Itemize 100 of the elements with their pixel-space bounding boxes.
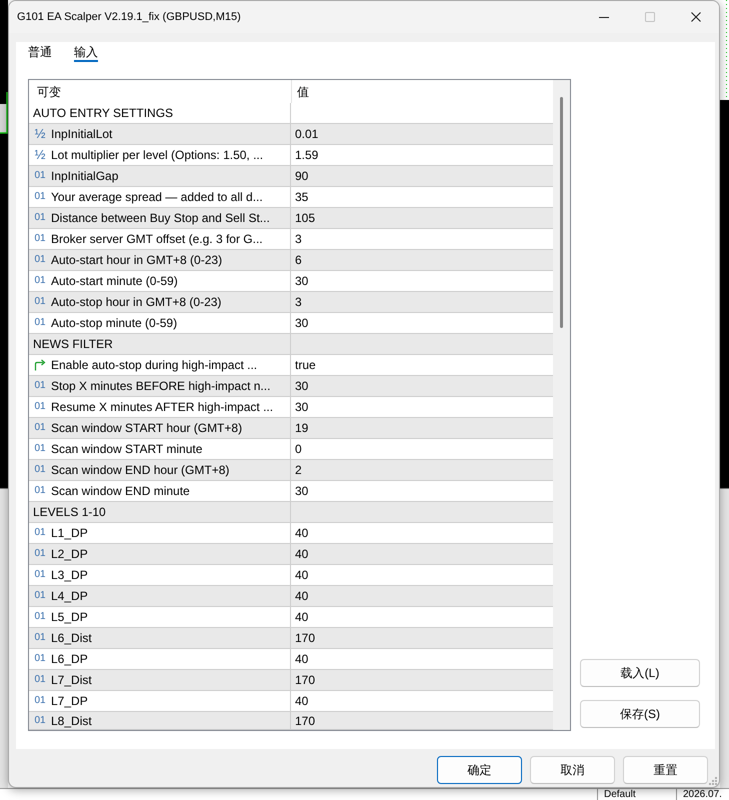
resize-grip-icon[interactable]	[709, 777, 717, 785]
type-icon: 01	[34, 610, 46, 624]
parameter-name: L6_DP	[51, 652, 88, 666]
table-row[interactable]: 01 InpInitialGap 90	[29, 166, 553, 187]
table-row[interactable]: 01 Distance between Buy Stop and Sell St... 105	[29, 208, 553, 229]
type-icon: 01	[34, 253, 46, 267]
table-cell: 2026.07.	[683, 789, 722, 800]
table-row[interactable]: 01 L7_DP 40	[29, 691, 553, 712]
parameter-value: 105	[295, 211, 316, 225]
parameter-value: 90	[295, 169, 308, 183]
column-header[interactable]: 值	[297, 84, 309, 100]
table-row[interactable]: 01 L8_Dist 170	[29, 712, 553, 730]
parameter-name: L5_DP	[51, 610, 88, 624]
table-cell: Default	[604, 789, 636, 800]
type-icon: 01	[34, 232, 46, 246]
parameter-name: Distance between Buy Stop and Sell St...	[51, 211, 270, 225]
table-row[interactable]: 01 L6_DP 40	[29, 649, 553, 670]
type-icon: 01	[34, 421, 46, 435]
parameter-value: true	[295, 358, 316, 372]
parameter-value: 0.01	[295, 127, 318, 141]
table-row[interactable]: 01 L3_DP 40	[29, 565, 553, 586]
type-icon: 01	[34, 211, 46, 225]
tab[interactable]: 输入	[74, 44, 98, 62]
table-row[interactable]: 01 Auto-start minute (0-59) 30	[29, 271, 553, 292]
window-title: G101 EA Scalper V2.19.1_fix (GBPUSD,M15)	[16, 11, 242, 23]
parameter-name: InpInitialLot	[51, 127, 112, 141]
type-icon: 01	[34, 526, 46, 540]
table-row[interactable]: 01 L6_Dist 170	[29, 628, 553, 649]
parameter-name: Stop X minutes BEFORE high-impact n...	[51, 379, 270, 393]
scrollbar-thumb[interactable]	[560, 97, 563, 328]
table-row[interactable]: 01 Scan window START hour (GMT+8) 19	[29, 418, 553, 439]
parameter-value: 3	[295, 295, 302, 309]
type-icon: 01	[34, 673, 46, 687]
tab[interactable]: 普通	[28, 44, 52, 62]
type-icon: 01	[34, 694, 46, 708]
table-row[interactable]: 01 Stop X minutes BEFORE high-impact n... 30	[29, 376, 553, 397]
table-row[interactable]: ½ Lot multiplier per level (Options: 1.50, ... 1.59	[29, 145, 553, 166]
table-row[interactable]: AUTO ENTRY SETTINGS	[29, 103, 553, 124]
table-row[interactable]: 01 L4_DP 40	[29, 586, 553, 607]
parameter-name: Auto-start minute (0-59)	[51, 274, 178, 288]
ok-button[interactable]: 确定	[437, 756, 522, 784]
type-icon: 01	[34, 547, 46, 561]
parameter-value: 170	[295, 714, 316, 728]
parameter-name: Auto-stop hour in GMT+8 (0-23)	[51, 295, 222, 309]
save-button[interactable]: 保存(S)	[580, 700, 700, 728]
parameter-value: 40	[295, 694, 308, 708]
table-row[interactable]: 01 Broker server GMT offset (e.g. 3 for G... 3	[29, 229, 553, 250]
chart-marker-drawing	[0, 92, 8, 134]
parameter-name: Broker server GMT offset (e.g. 3 for G...	[51, 232, 263, 246]
table-row[interactable]: 01 Scan window END hour (GMT+8) 2	[29, 460, 553, 481]
parameter-value: 3	[295, 232, 302, 246]
type-icon: 01	[34, 463, 46, 477]
parameter-name: L7_DP	[51, 694, 88, 708]
type-icon: 01	[34, 631, 46, 645]
table-row[interactable]: 01 L2_DP 40	[29, 544, 553, 565]
cancel-button[interactable]: 取消	[530, 756, 615, 784]
table-row[interactable]: 01 Auto-start hour in GMT+8 (0-23) 6	[29, 250, 553, 271]
parameter-value: 1.59	[295, 148, 318, 162]
minimize-icon	[599, 16, 609, 18]
table-row[interactable]: Enable auto-stop during high-impact ... true	[29, 355, 553, 376]
arrow-icon	[34, 359, 46, 371]
table-row[interactable]: 01 L1_DP 40	[29, 523, 553, 544]
parameter-name: Lot multiplier per level (Options: 1.50, ...	[51, 148, 264, 162]
parameter-name: L6_Dist	[51, 631, 92, 645]
table-row[interactable]: NEWS FILTER	[29, 334, 553, 355]
load-button[interactable]: 载入(L)	[580, 659, 700, 687]
type-icon: 01	[34, 379, 46, 393]
table-row[interactable]: 01 Auto-stop minute (0-59) 30	[29, 313, 553, 334]
parameter-name: Scan window START hour (GMT+8)	[51, 421, 242, 435]
parameter-name: L2_DP	[51, 547, 88, 561]
parameter-value: 30	[295, 400, 308, 414]
type-icon: 01	[34, 714, 46, 728]
type-icon: 01	[34, 484, 46, 498]
reset-button[interactable]: 重置	[623, 756, 708, 784]
parameter-value: 40	[295, 652, 308, 666]
parameter-name: Scan window START minute	[51, 442, 202, 456]
table-row[interactable]: 01 Scan window END minute 30	[29, 481, 553, 502]
table-row[interactable]: 01 Scan window START minute 0	[29, 439, 553, 460]
column-header[interactable]: 可变	[37, 84, 61, 100]
parameter-name: L8_Dist	[51, 714, 92, 728]
table-row[interactable]: LEVELS 1-10	[29, 502, 553, 523]
parameter-value: 40	[295, 610, 308, 624]
scrollbar[interactable]	[553, 80, 570, 730]
parameter-value: 30	[295, 484, 308, 498]
parameter-name: Resume X minutes AFTER high-impact ...	[51, 400, 274, 414]
parameter-value: 30	[295, 379, 308, 393]
parameter-name: Scan window END minute	[51, 484, 190, 498]
type-icon: 01	[34, 274, 46, 288]
table-row[interactable]: 01 Resume X minutes AFTER high-impact ... 30	[29, 397, 553, 418]
parameter-value: 2	[295, 463, 302, 477]
table-row[interactable]: 01 Auto-stop hour in GMT+8 (0-23) 3	[29, 292, 553, 313]
table-row[interactable]: 01 Your average spread — added to all d... 35	[29, 187, 553, 208]
type-icon: 01	[34, 316, 46, 330]
group-heading: LEVELS 1-10	[33, 505, 106, 519]
parameter-name: Auto-start hour in GMT+8 (0-23)	[51, 253, 222, 267]
parameter-name: Enable auto-stop during high-impact ...	[51, 358, 258, 372]
type-icon: 01	[34, 400, 46, 414]
table-row[interactable]: 01 L5_DP 40	[29, 607, 553, 628]
table-row[interactable]: 01 L7_Dist 170	[29, 670, 553, 691]
table-row[interactable]: ½ InpInitialLot 0.01	[29, 124, 553, 145]
